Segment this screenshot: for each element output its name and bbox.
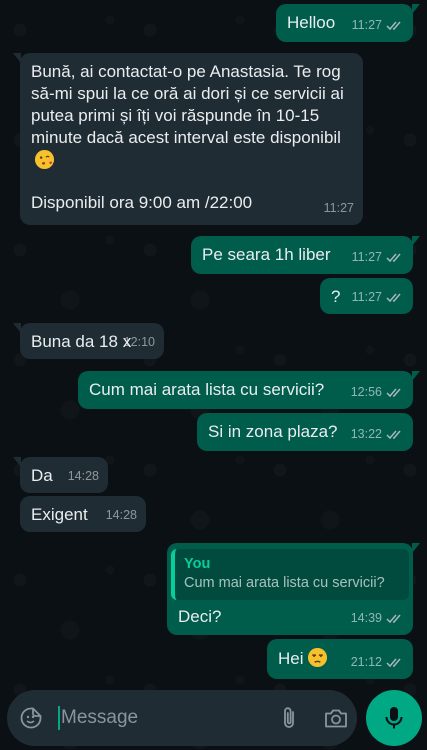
message-text-body: Hei <box>278 649 304 668</box>
message-text: Cum mai arata lista cu servicii? <box>89 380 325 399</box>
message-bubble-outgoing[interactable]: Hei 21:12 <box>267 639 413 679</box>
message-time: 11:27 <box>351 250 382 264</box>
message-meta: 14:39 <box>351 607 404 629</box>
message-meta: 11:27 <box>352 14 404 36</box>
message-meta: 14:28 <box>106 504 137 526</box>
message-bubble-incoming[interactable]: Exigent 14:28 <box>20 496 146 532</box>
message-text: Buna da 18 x <box>31 332 132 351</box>
message-bubble-incoming[interactable]: Buna da 18 x 12:10 <box>13 323 164 359</box>
message-text: Si in zona plaza? <box>208 422 338 441</box>
text-caret <box>58 706 60 730</box>
quoted-message[interactable]: You Cum mai arata lista cu servicii? <box>171 549 409 600</box>
double-check-read-icon <box>386 658 401 667</box>
quoted-text: Cum mai arata lista cu servicii? <box>184 575 385 591</box>
message-time: 11:27 <box>351 290 382 304</box>
message-meta: 12:10 <box>124 331 155 353</box>
message-text: Bună, ai contactat-o pe Anastasia. Te ro… <box>31 61 351 172</box>
message-time: 14:28 <box>67 469 99 483</box>
message-text: Exigent <box>31 505 88 524</box>
message-time: 12:10 <box>123 335 155 349</box>
message-time: 12:56 <box>350 385 382 399</box>
sticker-smile-icon[interactable] <box>19 706 43 730</box>
message-text-secondary: Disponibil ora 9:00 am /22:00 <box>31 193 253 212</box>
message-meta: 21:12 <box>351 651 404 673</box>
message-time: 14:39 <box>350 611 382 625</box>
message-text: Deci? <box>178 607 222 626</box>
message-time: 21:12 <box>350 655 382 669</box>
message-bubble-outgoing[interactable]: ? 11:27 <box>320 278 413 314</box>
camera-icon[interactable] <box>323 705 349 731</box>
double-check-read-icon <box>386 388 401 397</box>
message-bubble-outgoing[interactable]: Cum mai arata lista cu servicii? 12:56 <box>78 371 420 409</box>
double-check-read-icon <box>386 430 401 439</box>
message-meta: 11:27 <box>324 197 354 219</box>
unamused-face-icon <box>307 647 327 668</box>
quoted-author: You <box>184 556 211 572</box>
message-text: Helloo <box>287 13 336 32</box>
message-meta: 13:22 <box>351 423 404 445</box>
message-time: 11:27 <box>351 18 382 32</box>
double-check-read-icon <box>386 293 401 302</box>
message-composer[interactable] <box>7 690 357 746</box>
message-text: Pe seara 1h liber <box>202 245 331 264</box>
message-bubble-outgoing[interactable]: Helloo 11:27 <box>276 4 420 42</box>
double-check-read-icon <box>386 253 401 262</box>
double-check-read-icon <box>386 21 401 30</box>
face-blowing-kiss-icon <box>34 149 55 170</box>
message-text-body: Bună, ai contactat-o pe Anastasia. Te ro… <box>31 62 349 147</box>
message-bubble-outgoing-reply[interactable]: You Cum mai arata lista cu servicii? Dec… <box>167 543 420 635</box>
message-text: ? <box>331 287 341 306</box>
message-list[interactable]: Helloo 11:27 Bună, ai contactat-o pe Ana… <box>0 0 427 690</box>
message-bubble-outgoing[interactable]: Si in zona plaza? 13:22 <box>197 413 413 451</box>
message-time: 11:27 <box>323 201 354 215</box>
microphone-icon <box>385 707 403 729</box>
message-meta: 12:56 <box>351 381 404 403</box>
message-time: 13:22 <box>350 427 382 441</box>
message-meta: 11:27 <box>352 246 404 268</box>
message-bubble-outgoing[interactable]: Pe seara 1h liber 11:27 <box>191 236 420 274</box>
message-input[interactable] <box>61 702 261 734</box>
double-check-read-icon <box>386 614 401 623</box>
paperclip-icon[interactable] <box>277 705 303 731</box>
message-text: Hei <box>278 647 328 670</box>
message-meta: 14:28 <box>68 465 99 487</box>
message-bubble-incoming[interactable]: Da 14:28 <box>13 457 108 493</box>
message-text: Da <box>31 466 53 485</box>
voice-message-button[interactable] <box>366 690 422 746</box>
message-meta: 11:27 <box>352 286 404 308</box>
message-bubble-incoming[interactable]: Bună, ai contactat-o pe Anastasia. Te ro… <box>13 53 363 225</box>
message-time: 14:28 <box>105 508 137 522</box>
